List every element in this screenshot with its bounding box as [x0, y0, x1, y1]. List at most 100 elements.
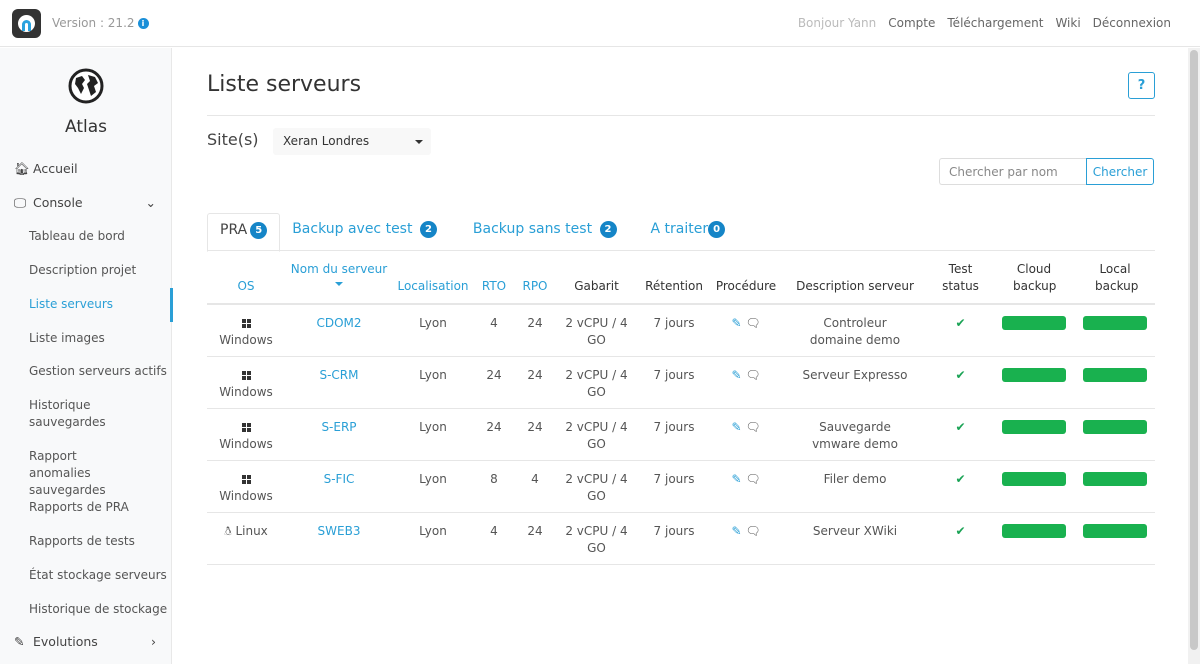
edit-procedure-icon[interactable]: ✎ — [731, 420, 741, 434]
server-link[interactable]: CDOM2 — [316, 316, 361, 330]
gabarit-cell: 2 vCPU / 4 GO — [555, 356, 638, 409]
retention-cell: 7 jours — [638, 460, 710, 513]
col-test-status: Test status — [928, 255, 993, 305]
rto-cell: 24 — [473, 408, 515, 461]
col-gabarit: Gabarit — [555, 255, 638, 305]
sidebar-item-dashboard[interactable]: Tableau de bord — [0, 228, 172, 245]
os-cell: Windows — [207, 304, 285, 357]
col-os[interactable]: OS — [207, 255, 285, 305]
search-input[interactable] — [939, 158, 1087, 185]
col-rto[interactable]: RTO — [473, 255, 515, 305]
edit-procedure-icon[interactable]: ✎ — [731, 472, 741, 486]
col-cloud-backup: Cloud backup — [993, 255, 1075, 305]
col-name[interactable]: Nom du serveur — [285, 255, 393, 305]
wiki-link[interactable]: Wiki — [1055, 16, 1080, 30]
sidebar-item-images[interactable]: Liste images — [0, 330, 172, 347]
comment-icon[interactable]: 🗨︎ — [745, 472, 760, 486]
table-row: Windows S-ERP Lyon 24 24 2 vCPU / 4 GO 7… — [207, 408, 1155, 461]
site-label: Site(s) — [207, 130, 259, 149]
rto-cell: 4 — [473, 512, 515, 565]
description-cell: Serveur XWiki — [782, 512, 928, 565]
edit-procedure-icon[interactable]: ✎ — [731, 524, 741, 538]
page-title: Liste serveurs — [207, 72, 362, 97]
rpo-cell: 24 — [515, 304, 555, 357]
retention-cell: 7 jours — [638, 304, 710, 357]
linux-icon: 🐧︎ — [224, 523, 232, 538]
retention-cell: 7 jours — [638, 512, 710, 565]
top-bar: Version : 21.2 i Bonjour Yann Compte Télé… — [0, 0, 1200, 47]
server-link[interactable]: S-CRM — [319, 368, 358, 382]
sidebar-item-home[interactable]: 🏠︎ Accueil — [0, 161, 172, 177]
location-cell: Lyon — [393, 512, 473, 565]
account-link[interactable]: Compte — [888, 16, 935, 30]
local-backup-status-bar — [1083, 367, 1147, 382]
description-cell: Filer demo — [782, 460, 928, 513]
download-link[interactable]: Téléchargement — [947, 16, 1043, 30]
col-retention: Rétention — [638, 255, 710, 305]
sidebar: Atlas 🏠︎ Accueil 🖵 Console ⌄ Tableau de bor… — [0, 48, 173, 664]
cloud-backup-status-bar — [1002, 419, 1066, 434]
windows-icon — [241, 319, 251, 328]
sidebar-item-storage-state[interactable]: État stockage serveurs — [0, 567, 172, 584]
monitor-icon: 🖵 — [14, 195, 27, 210]
server-link[interactable]: SWEB3 — [318, 524, 361, 538]
edit-procedure-icon[interactable]: ✎ — [731, 316, 741, 330]
server-link[interactable]: S-ERP — [321, 420, 356, 434]
app-name: Atlas — [65, 117, 107, 137]
col-location[interactable]: Localisation — [393, 255, 473, 305]
cloud-backup-status-bar — [1002, 523, 1066, 538]
comment-icon[interactable]: 🗨︎ — [745, 368, 760, 382]
sidebar-item-test-reports[interactable]: Rapports de tests — [0, 533, 172, 550]
servers-table: OS Nom du serveur Localisation RTO RPO G… — [207, 255, 1155, 565]
sidebar-item-backup-anomalies[interactable]: Rapport anomalies sauvegardes — [0, 448, 140, 499]
description-cell: Serveur Expresso — [782, 356, 928, 409]
sidebar-item-backup-history[interactable]: Historique sauvegardes — [0, 397, 130, 431]
windows-icon — [241, 474, 251, 484]
edit-procedure-icon[interactable]: ✎ — [731, 368, 741, 382]
sort-desc-icon — [335, 282, 343, 290]
location-cell: Lyon — [393, 408, 473, 461]
location-cell: Lyon — [393, 304, 473, 357]
logout-link[interactable]: Déconnexion — [1093, 16, 1171, 30]
local-backup-status-bar — [1083, 419, 1147, 434]
sidebar-item-pra-reports[interactable]: Rapports de PRA — [0, 499, 172, 516]
app-logo[interactable] — [12, 9, 41, 38]
comment-icon[interactable]: 🗨︎ — [745, 524, 760, 538]
gabarit-cell: 2 vCPU / 4 GO — [555, 304, 638, 357]
rpo-cell: 24 — [515, 356, 555, 409]
greeting: Bonjour Yann — [797, 16, 877, 30]
sidebar-item-project[interactable]: Description projet — [0, 262, 172, 279]
tab-to-process[interactable]: A traiter 0 — [639, 213, 738, 251]
sidebar-item-console[interactable]: 🖵 Console ⌄ — [0, 195, 172, 211]
gabarit-cell: 2 vCPU / 4 GO — [555, 460, 638, 513]
check-icon: ✔ — [928, 408, 993, 461]
comment-icon[interactable]: 🗨︎ — [745, 420, 760, 434]
table-row: Windows S-CRM Lyon 24 24 2 vCPU / 4 GO 7… — [207, 356, 1155, 409]
col-procedure: Procédure — [710, 255, 782, 305]
search-button[interactable]: Chercher — [1086, 158, 1154, 185]
count-badge: 2 — [419, 221, 437, 238]
info-icon[interactable]: i — [137, 18, 149, 29]
rpo-cell: 24 — [515, 512, 555, 565]
comment-icon[interactable]: 🗨︎ — [745, 316, 760, 330]
server-link[interactable]: S-FIC — [324, 472, 355, 486]
sidebar-item-servers[interactable]: Liste serveurs — [0, 288, 173, 322]
chevron-right-icon: › — [151, 634, 156, 649]
sidebar-item-storage-history[interactable]: Historique de stockage — [0, 601, 172, 618]
sidebar-item-active-servers[interactable]: Gestion serveurs actifs — [0, 363, 172, 380]
globe-icon — [68, 68, 104, 104]
tab-backup-without-test[interactable]: Backup sans test 2 — [461, 213, 629, 251]
site-select[interactable]: Xeran Londres — [273, 128, 431, 155]
table-row: Windows S-FIC Lyon 8 4 2 vCPU / 4 GO 7 j… — [207, 460, 1155, 513]
location-cell: Lyon — [393, 460, 473, 513]
tab-backup-with-test[interactable]: Backup avec test 2 — [280, 213, 449, 251]
cloud-backup-status-bar — [1002, 367, 1066, 382]
cloud-backup-status-bar — [1002, 471, 1066, 486]
retention-cell: 7 jours — [638, 408, 710, 461]
sidebar-item-evolutions[interactable]: ✎ Evolutions › — [0, 634, 172, 649]
os-cell: 🐧︎ Linux — [207, 512, 285, 565]
help-button[interactable]: ? — [1128, 72, 1155, 99]
tab-pra[interactable]: PRA 5 — [207, 213, 281, 252]
col-rpo[interactable]: RPO — [515, 255, 555, 305]
scrollbar[interactable] — [1188, 48, 1200, 664]
